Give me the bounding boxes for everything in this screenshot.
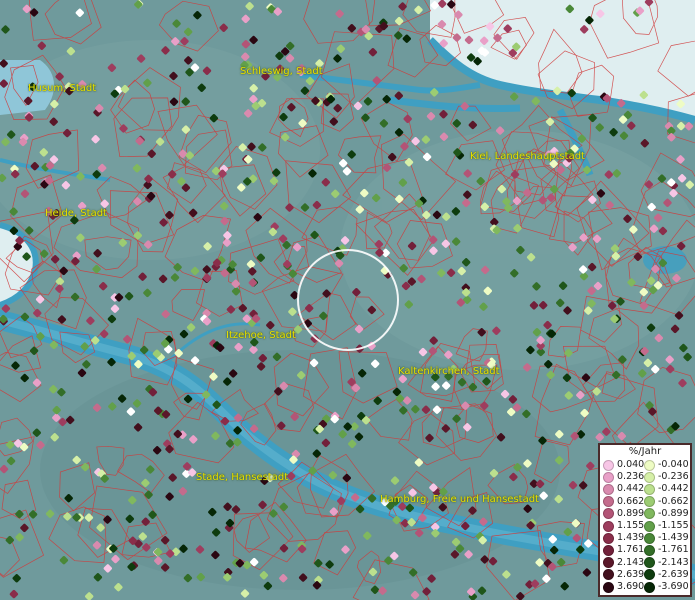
- legend-swatch: [644, 483, 655, 495]
- legend-swatch: [644, 496, 655, 508]
- legend-value: 2.143: [617, 556, 645, 568]
- legend-value: -2.639: [658, 568, 689, 580]
- place-label-hamburg: Hamburg, Freie und Hansestadt: [380, 494, 539, 505]
- legend-value: 3.690: [617, 581, 645, 592]
- legend-value: 0.442: [617, 483, 645, 495]
- place-label-stade: Stade, Hansestadt: [196, 472, 289, 483]
- legend-value: -0.040: [658, 459, 689, 470]
- legend-value: -1.155: [658, 520, 689, 531]
- legend-value: 2.639: [617, 568, 645, 580]
- legend-item-negative: -3.690: [644, 581, 689, 593]
- legend-value: -0.236: [658, 471, 689, 483]
- place-label-heide: Heide, Stadt: [45, 208, 107, 219]
- legend-item-negative: -1.761: [644, 544, 689, 556]
- legend-swatch: [644, 520, 655, 532]
- legend-value: -0.899: [658, 507, 689, 519]
- legend-swatch: [644, 544, 655, 556]
- legend-swatch: [603, 581, 614, 593]
- legend-value: -2.143: [658, 556, 689, 568]
- legend-swatch: [644, 459, 655, 471]
- legend-swatch: [603, 557, 614, 569]
- legend-item-positive: 0.442: [603, 483, 644, 495]
- place-label-husum: Husum, Stadt: [28, 83, 97, 94]
- place-label-itzehoe: Itzehoe, Stadt: [226, 330, 296, 341]
- legend-value: 1.439: [617, 532, 645, 544]
- legend-item-negative: -2.143: [644, 557, 689, 569]
- legend-title: %/Jahr: [628, 446, 662, 457]
- legend-swatch: [603, 471, 614, 483]
- legend-value: 0.899: [617, 507, 645, 519]
- place-label-kaltenkirchen: Kaltenkirchen, Stadt: [398, 366, 500, 377]
- legend-swatch: [603, 544, 614, 556]
- legend-item-negative: -0.662: [644, 496, 689, 508]
- legend-swatch: [644, 557, 655, 569]
- legend-swatch: [644, 471, 655, 483]
- legend-swatch: [644, 569, 655, 581]
- legend-swatch: [603, 532, 614, 544]
- legend-swatch: [603, 496, 614, 508]
- map-canvas[interactable]: [0, 0, 695, 600]
- legend-value: -3.690: [658, 581, 689, 592]
- legend-swatch: [603, 569, 614, 581]
- legend-swatch: [644, 532, 655, 544]
- legend: %/Jahr 0.040 -0.040 0.236 -0.236 0.442 -0.442…: [598, 443, 692, 597]
- legend-value: -0.442: [658, 483, 689, 495]
- legend-item-positive: 0.899: [603, 508, 644, 520]
- legend-item-positive: 3.690: [603, 581, 644, 593]
- legend-swatch: [603, 459, 614, 471]
- legend-item-negative: -0.236: [644, 471, 689, 483]
- legend-swatch: [644, 508, 655, 520]
- legend-item-negative: -0.442: [644, 483, 689, 495]
- legend-value: -1.761: [658, 544, 689, 556]
- legend-item-positive: 1.155: [603, 520, 644, 532]
- legend-item-negative: -0.899: [644, 508, 689, 520]
- legend-value: -1.439: [658, 532, 689, 544]
- legend-item-negative: -0.040: [644, 459, 689, 471]
- legend-value: -0.662: [658, 495, 689, 507]
- legend-item-positive: 0.236: [603, 471, 644, 483]
- legend-item-positive: 2.143: [603, 557, 644, 569]
- legend-swatch: [603, 520, 614, 532]
- legend-item-negative: -2.639: [644, 569, 689, 581]
- legend-value: 0.040: [617, 459, 645, 470]
- place-label-kiel: Kiel, Landeshauptstadt: [470, 151, 585, 162]
- legend-item-positive: 0.662: [603, 496, 644, 508]
- legend-item-positive: 2.639: [603, 569, 644, 581]
- legend-item-positive: 0.040: [603, 459, 644, 471]
- legend-item-positive: 1.439: [603, 532, 644, 544]
- legend-swatch: [644, 581, 655, 593]
- legend-item-negative: -1.155: [644, 520, 689, 532]
- legend-value: 0.662: [617, 495, 645, 507]
- legend-value: 1.761: [617, 544, 645, 556]
- legend-swatch: [603, 483, 614, 495]
- legend-value: 0.236: [617, 471, 645, 483]
- legend-value: 1.155: [617, 520, 645, 531]
- legend-swatch: [603, 508, 614, 520]
- place-label-schleswig: Schleswig, Stadt: [240, 66, 323, 77]
- legend-item-negative: -1.439: [644, 532, 689, 544]
- legend-item-positive: 1.761: [603, 544, 644, 556]
